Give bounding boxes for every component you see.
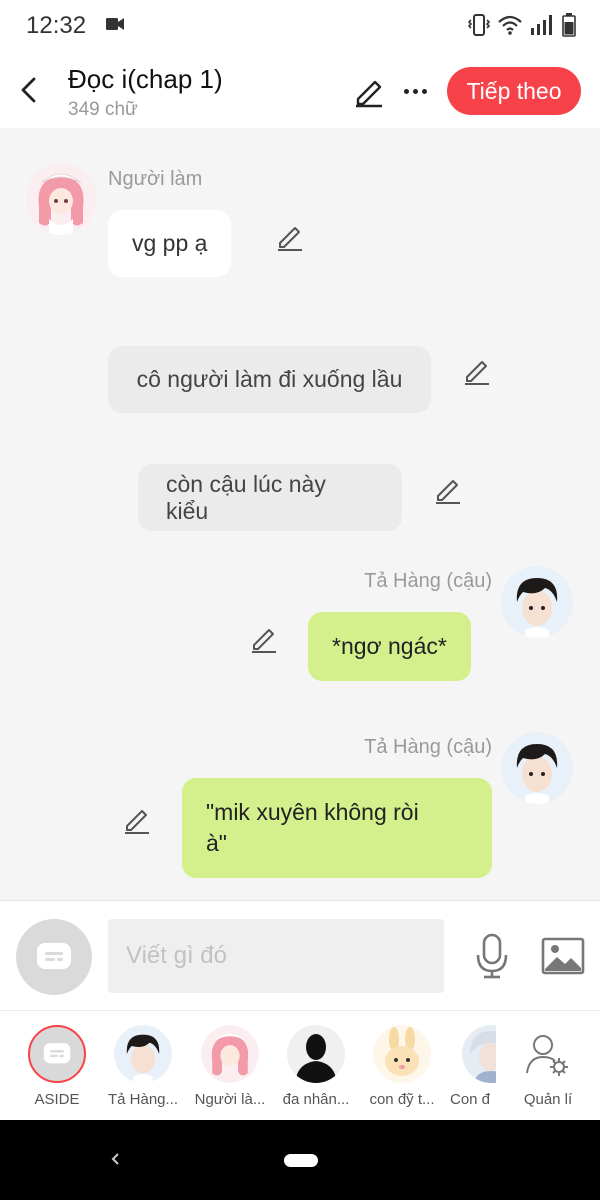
character-bar: ASIDE Tả Hàng... Người là... đa nhân... … bbox=[0, 1010, 600, 1120]
message-input[interactable] bbox=[108, 919, 444, 993]
character-label: Người là... bbox=[194, 1091, 266, 1108]
word-count: 349 chữ bbox=[68, 99, 138, 120]
edit-pencil-icon[interactable] bbox=[122, 805, 152, 835]
system-nav-bar bbox=[0, 1120, 600, 1200]
nav-back-icon[interactable] bbox=[108, 1148, 122, 1170]
character-label: Quản lí bbox=[523, 1091, 573, 1108]
edit-pencil-icon[interactable] bbox=[433, 475, 463, 505]
nav-home-pill[interactable] bbox=[284, 1154, 318, 1167]
message-line: "mik xuyên không ròi bbox=[206, 799, 419, 825]
more-dot-icon bbox=[421, 88, 427, 94]
chat-bubble-icon bbox=[43, 1043, 71, 1064]
narration-bubble[interactable]: còn cậu lúc này kiểu bbox=[138, 464, 402, 531]
edit-pencil-icon[interactable] bbox=[249, 624, 279, 654]
sender-name: Người làm bbox=[108, 168, 203, 190]
character-label: Tả Hàng... bbox=[107, 1091, 179, 1108]
boy-avatar-icon bbox=[501, 566, 573, 638]
character-label: đa nhân... bbox=[282, 1091, 350, 1108]
character-avatar bbox=[201, 1025, 259, 1083]
message-bubble[interactable]: "mik xuyên không ròi à" bbox=[182, 778, 492, 878]
aside-avatar bbox=[28, 1025, 86, 1083]
back-button[interactable] bbox=[12, 72, 44, 108]
character-avatar bbox=[114, 1025, 172, 1083]
boy-avatar-icon bbox=[114, 1025, 172, 1083]
header: Đọc i(chap 1) 349 chữ Tiếp theo bbox=[0, 54, 600, 128]
character-item-con-dy[interactable]: con đỹ t... bbox=[359, 1011, 445, 1121]
anime-girl-avatar-icon bbox=[25, 163, 97, 235]
character-avatar bbox=[462, 1025, 496, 1083]
character-item-ta-hang[interactable]: Tả Hàng... bbox=[100, 1011, 186, 1121]
edit-pencil-icon[interactable] bbox=[275, 222, 305, 252]
sender-name: Tả Hàng (cậu) bbox=[364, 736, 492, 758]
character-label: con đỹ t... bbox=[369, 1091, 435, 1108]
chat-bubble-icon bbox=[37, 943, 71, 969]
avatar-ta-hang[interactable] bbox=[501, 566, 573, 638]
wifi-icon bbox=[498, 15, 522, 35]
silhouette-avatar-icon bbox=[295, 1034, 337, 1083]
next-button[interactable]: Tiếp theo bbox=[447, 67, 581, 115]
status-icons bbox=[468, 13, 576, 37]
vibrate-icon bbox=[468, 14, 490, 36]
status-time: 12:32 bbox=[26, 12, 87, 39]
edit-pencil-icon[interactable] bbox=[462, 356, 492, 386]
status-bar: 12:32 bbox=[0, 0, 600, 54]
battery-icon bbox=[562, 13, 576, 37]
character-label: Con đ bbox=[450, 1091, 491, 1108]
character-avatar bbox=[373, 1025, 431, 1083]
character-label: ASIDE bbox=[34, 1091, 80, 1108]
message-line: à" bbox=[206, 830, 227, 856]
character-item-con-d[interactable]: Con đ bbox=[446, 1011, 496, 1121]
sender-name: Tả Hàng (cậu) bbox=[364, 570, 492, 592]
person-avatar-icon bbox=[470, 1031, 496, 1083]
page-title: Đọc i(chap 1) bbox=[68, 64, 223, 94]
character-manage-button[interactable]: Quản lí bbox=[505, 1011, 591, 1121]
more-dot-icon bbox=[403, 88, 409, 94]
character-item-da-nhan[interactable]: đa nhân... bbox=[273, 1011, 359, 1121]
character-item-aside[interactable]: ASIDE bbox=[14, 1011, 100, 1121]
image-picker-icon[interactable] bbox=[541, 937, 585, 975]
user-settings-icon bbox=[526, 1035, 568, 1076]
back-arrow-icon bbox=[21, 77, 36, 103]
anime-girl-avatar-icon bbox=[201, 1025, 259, 1083]
edit-pencil-icon[interactable] bbox=[352, 74, 386, 108]
signal-icon bbox=[531, 15, 552, 35]
more-dot-icon bbox=[412, 88, 418, 94]
character-avatar bbox=[287, 1025, 345, 1083]
message-bubble[interactable]: vg pp ạ bbox=[108, 210, 232, 277]
avatar-ta-hang[interactable] bbox=[501, 732, 573, 804]
composer-bar bbox=[0, 900, 600, 1010]
narration-bubble[interactable]: cô người làm đi xuống lầu bbox=[108, 346, 431, 413]
boy-avatar-icon bbox=[501, 732, 573, 804]
avatar-nguoi-lam[interactable] bbox=[25, 163, 97, 235]
video-camera-icon bbox=[106, 18, 124, 30]
bunny-avatar-icon bbox=[385, 1027, 419, 1076]
aside-toggle-button[interactable] bbox=[16, 919, 92, 995]
more-options-button[interactable] bbox=[398, 74, 432, 108]
character-item-nguoi-lam[interactable]: Người là... bbox=[187, 1011, 273, 1121]
message-bubble[interactable]: *ngơ ngác* bbox=[308, 612, 471, 681]
microphone-icon[interactable] bbox=[474, 933, 510, 979]
